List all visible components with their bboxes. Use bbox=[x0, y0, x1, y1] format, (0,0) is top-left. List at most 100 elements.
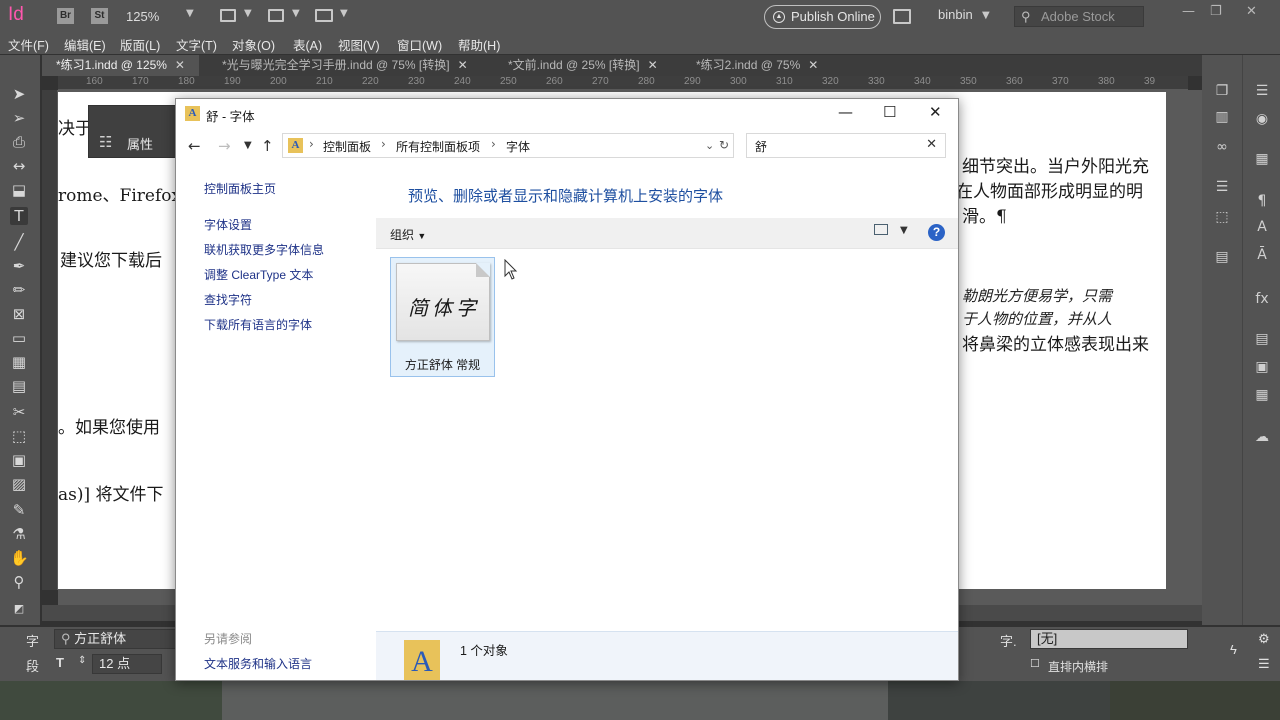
font-size-stepper[interactable]: ⇕ bbox=[78, 655, 86, 666]
organize-button[interactable]: 组织 ▼ bbox=[390, 226, 426, 243]
menu-file[interactable]: 文件(F) bbox=[8, 35, 49, 54]
content-collector-icon[interactable]: ⬓ bbox=[10, 181, 28, 199]
close-tab-icon[interactable]: ✕ bbox=[175, 58, 185, 72]
arrange-documents-icon[interactable] bbox=[315, 9, 333, 22]
zoom-tool-icon[interactable]: ⚲ bbox=[10, 573, 28, 591]
forward-icon[interactable]: → bbox=[218, 137, 231, 155]
screen-mode-icon[interactable] bbox=[268, 9, 284, 22]
swatches-panel-icon[interactable]: ▦ bbox=[1253, 151, 1271, 167]
close-icon[interactable]: ✕ bbox=[1246, 4, 1257, 19]
help-icon[interactable]: ? bbox=[928, 224, 945, 241]
pencil-tool-icon[interactable]: ✏ bbox=[10, 281, 28, 299]
tab-document-1[interactable]: *练习1.indd @ 125% ✕ bbox=[42, 55, 199, 76]
menu-edit[interactable]: 编辑(E) bbox=[64, 35, 106, 54]
cc-libraries-icon[interactable]: ☁ bbox=[1253, 429, 1271, 445]
view-options-icon[interactable] bbox=[220, 9, 236, 22]
breadcrumb-separator-icon[interactable]: › bbox=[491, 137, 496, 151]
text-services-link[interactable]: 文本服务和输入语言 bbox=[204, 655, 312, 672]
back-icon[interactable]: ← bbox=[188, 137, 201, 155]
maximize-icon[interactable]: ☐ bbox=[883, 103, 896, 121]
menu-layout[interactable]: 版面(L) bbox=[120, 35, 160, 54]
page-tool-icon[interactable]: ⎙ bbox=[10, 133, 28, 151]
rectangle-tool-icon[interactable]: ▭ bbox=[10, 329, 28, 347]
font-item[interactable]: 简体字 方正舒体 常规 bbox=[390, 257, 495, 377]
effects-panel-icon[interactable]: fx bbox=[1253, 291, 1271, 307]
change-view-icon[interactable] bbox=[874, 224, 888, 235]
close-tab-icon[interactable]: ✕ bbox=[648, 58, 658, 72]
up-icon[interactable]: ↑ bbox=[261, 137, 274, 155]
table-tool-icon[interactable]: ▦ bbox=[10, 353, 28, 371]
breadcrumb-separator-icon[interactable]: › bbox=[309, 137, 314, 151]
user-dropdown-icon[interactable]: ▼ bbox=[982, 10, 990, 21]
fill-stroke-icon[interactable]: ◩ bbox=[10, 600, 28, 618]
layers-panel-icon[interactable]: ▥ bbox=[1213, 109, 1231, 125]
character-mode-label[interactable]: 字 bbox=[26, 631, 39, 650]
free-transform-tool-icon[interactable]: ⬚ bbox=[10, 427, 28, 445]
menu-icon[interactable]: ☰ bbox=[1253, 83, 1271, 99]
close-tab-icon[interactable]: ✕ bbox=[458, 58, 468, 72]
cell-styles-icon[interactable]: ▦ bbox=[1253, 387, 1271, 403]
address-dropdown-icon[interactable]: ⌄ bbox=[705, 139, 714, 152]
table-panel-icon[interactable]: ▤ bbox=[1253, 331, 1271, 347]
tab-document-4[interactable]: *练习2.indd @ 75% ✕ bbox=[682, 55, 832, 76]
paragraph-mode-label[interactable]: 段 bbox=[26, 656, 39, 675]
refresh-icon[interactable]: ↻ bbox=[719, 138, 729, 152]
screen-mode-dropdown-icon[interactable]: ▼ bbox=[292, 8, 300, 19]
tab-document-2[interactable]: *光与曝光完全学习手册.indd @ 75% [转换] ✕ bbox=[208, 55, 482, 76]
font-settings-link[interactable]: 字体设置 bbox=[204, 216, 252, 233]
address-bar[interactable]: A › 控制面板 › 所有控制面板项 › 字体 ⌄ ↻ bbox=[282, 133, 734, 158]
menu-object[interactable]: 对象(O) bbox=[232, 35, 275, 54]
text-wrap-panel-icon[interactable]: ☰ bbox=[1213, 179, 1231, 195]
gradient-feather-tool-icon[interactable]: ▨ bbox=[10, 475, 28, 493]
cleartype-link[interactable]: 调整 ClearType 文本 bbox=[204, 266, 313, 283]
zoom-level[interactable]: 125% bbox=[126, 9, 159, 24]
character-panel-icon[interactable]: A bbox=[1253, 219, 1271, 235]
close-icon[interactable]: ✕ bbox=[929, 103, 942, 121]
table-styles-icon[interactable]: ▣ bbox=[1253, 359, 1271, 375]
settings-icon[interactable]: ⚙ bbox=[1258, 631, 1270, 647]
arrange-dropdown-icon[interactable]: ▼ bbox=[340, 8, 348, 19]
publish-online-button[interactable]: ▲ Publish Online bbox=[764, 5, 881, 29]
user-name[interactable]: binbin bbox=[938, 7, 973, 22]
quick-apply-icon[interactable]: ϟ bbox=[1230, 642, 1237, 657]
links-panel-icon[interactable]: ∞ bbox=[1213, 139, 1231, 155]
breadcrumb-fonts[interactable]: 字体 bbox=[506, 138, 530, 155]
panel-menu-icon[interactable]: ☰ bbox=[1258, 656, 1270, 672]
recent-locations-icon[interactable]: ▼ bbox=[244, 140, 252, 151]
grid-tool-icon[interactable]: ▤ bbox=[10, 377, 28, 395]
direct-selection-tool-icon[interactable]: ➢ bbox=[10, 109, 28, 127]
font-family-field[interactable]: ⚲ 方正舒体 bbox=[54, 629, 178, 649]
workspace-icon[interactable] bbox=[893, 9, 911, 24]
view-dropdown-icon[interactable]: ▼ bbox=[900, 225, 908, 236]
menu-view[interactable]: 视图(V) bbox=[338, 35, 380, 54]
stock-button[interactable]: St bbox=[91, 8, 108, 24]
download-fonts-link[interactable]: 下载所有语言的字体 bbox=[204, 316, 312, 333]
color-panel-icon[interactable]: ◉ bbox=[1253, 111, 1271, 127]
search-input[interactable]: 舒 ✕ bbox=[746, 133, 946, 158]
breadcrumb-control-panel[interactable]: 控制面板 bbox=[323, 138, 371, 155]
bridge-button[interactable]: Br bbox=[57, 8, 74, 24]
clear-search-icon[interactable]: ✕ bbox=[926, 137, 937, 152]
character-styles-icon[interactable]: Ā bbox=[1253, 247, 1271, 263]
paragraph-panel-icon[interactable]: ¶ bbox=[1253, 193, 1271, 209]
menu-window[interactable]: 窗口(W) bbox=[397, 35, 442, 54]
control-panel-home-link[interactable]: 控制面板主页 bbox=[204, 180, 276, 197]
hand-tool-icon[interactable]: ✋ bbox=[10, 549, 29, 567]
breadcrumb-all-items[interactable]: 所有控制面板项 bbox=[396, 138, 480, 155]
pages-panel-icon[interactable]: ❐ bbox=[1213, 83, 1231, 99]
zoom-dropdown-icon[interactable]: ▼ bbox=[186, 8, 194, 19]
font-size-field[interactable]: 12 点 bbox=[92, 654, 162, 674]
view-options-dropdown-icon[interactable]: ▼ bbox=[244, 8, 252, 19]
find-character-link[interactable]: 查找字符 bbox=[204, 291, 252, 308]
minimize-icon[interactable]: — bbox=[1182, 4, 1195, 19]
properties-panel[interactable]: ☷ 属性 bbox=[88, 105, 176, 158]
pen-tool-icon[interactable]: ✒ bbox=[10, 257, 28, 275]
transform-panel-icon[interactable]: ⬚ bbox=[1213, 209, 1231, 225]
menu-type[interactable]: 文字(T) bbox=[176, 35, 217, 54]
minimize-icon[interactable]: — bbox=[838, 103, 853, 121]
align-panel-icon[interactable]: ▤ bbox=[1213, 249, 1231, 265]
adobe-stock-search[interactable]: ⚲ Adobe Stock bbox=[1014, 6, 1144, 27]
note-tool-icon[interactable]: ✎ bbox=[10, 501, 28, 519]
breadcrumb-separator-icon[interactable]: › bbox=[381, 137, 386, 151]
line-tool-icon[interactable]: ╱ bbox=[10, 233, 28, 251]
